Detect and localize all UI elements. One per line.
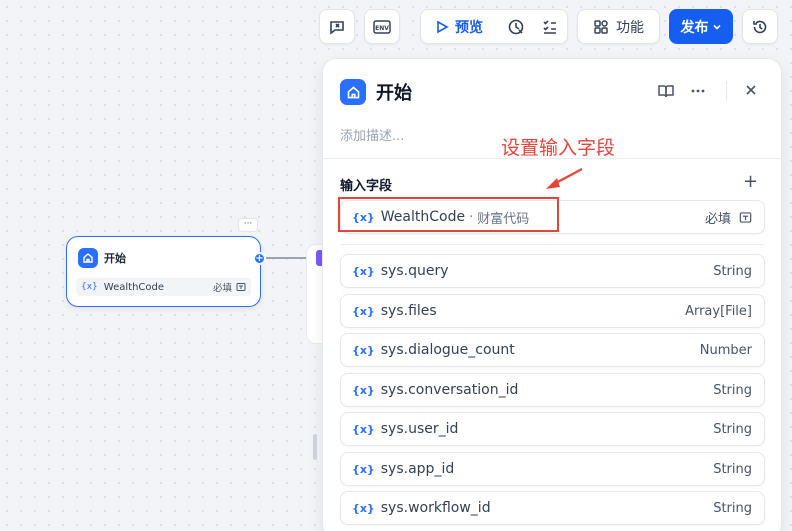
help-book-icon[interactable] [657,82,675,100]
variable-inspect-button[interactable] [319,9,355,44]
system-var-name: sys.workflow_id [380,500,491,516]
preview-button[interactable]: 预览 [421,17,499,37]
node-variable-name: WealthCode [103,281,165,293]
system-var-type: Array[File] [685,303,752,319]
system-var-type: String [713,421,752,437]
required-badge: 必填 [704,211,731,227]
env-icon: ENV [373,19,391,34]
env-button[interactable]: ENV [364,9,400,44]
input-fields-label: 输入字段 [340,179,393,194]
header-divider [726,81,727,101]
system-var-name: sys.dialogue_count [380,342,515,358]
add-next-node-handle[interactable]: + [253,252,266,265]
chevron-down-icon [712,24,721,30]
system-var-row: {x} sys.user_id String [340,412,765,446]
annotation-arrow-icon [546,168,583,189]
preview-group: 预览 [420,9,568,44]
variable-inspect-icon [330,20,344,35]
variable-icon: {x} [352,264,375,278]
version-history-button[interactable] [742,9,778,44]
system-var-row: {x} sys.query String [340,254,765,288]
system-var-name: sys.app_id [380,461,455,477]
preview-label: 预览 [455,19,483,36]
close-icon[interactable] [743,82,759,98]
text-input-icon [236,283,246,291]
system-vars-divider [340,244,765,245]
features-label: 功能 [616,19,644,36]
system-var-type: String [713,263,752,279]
node-variable-required: 必填 [212,283,232,294]
system-var-type: String [713,382,752,398]
features-icon [594,19,608,34]
panel-home-icon [340,79,366,105]
system-var-type: String [713,500,752,516]
variable-icon: {x} [352,501,375,515]
system-var-name: sys.user_id [380,421,459,437]
system-var-row: {x} sys.dialogue_count Number [340,333,765,367]
node-variable-item: {x} WealthCode 必填 [76,278,251,296]
system-var-row: {x} sys.workflow_id String [340,491,765,525]
node-edge [266,257,310,259]
system-var-row: {x} sys.conversation_id String [340,373,765,407]
features-button[interactable]: 功能 [577,9,660,44]
history-icon [753,20,767,33]
panel-title[interactable]: 开始 [376,79,412,105]
checklist-button[interactable] [533,18,567,36]
variable-icon: {x} [352,462,375,476]
variable-icon: {x} [352,343,375,357]
system-var-name: sys.conversation_id [380,382,519,398]
publish-label: 发布 [680,19,709,36]
start-node[interactable]: 开始 {x} WealthCode 必填 [66,236,261,307]
system-var-name: sys.files [380,303,437,319]
node-more-button[interactable]: ··· [238,218,258,232]
variable-icon: {x} [81,282,98,292]
env-text: ENV [375,25,389,32]
publish-button[interactable]: 发布 [669,9,733,44]
text-input-icon [739,211,752,223]
annotation-highlight-box [338,197,559,232]
variable-icon: {x} [352,304,375,318]
system-var-row: {x} sys.files Array[File] [340,294,765,328]
description-input[interactable]: 添加描述... [340,125,404,144]
system-var-row: {x} sys.app_id String [340,452,765,486]
system-var-name: sys.query [380,263,449,279]
run-history-button[interactable] [499,18,533,36]
node-title: 开始 [104,252,126,265]
play-icon [437,20,449,33]
more-icon[interactable] [689,82,707,100]
variable-icon: {x} [352,383,375,397]
annotation-text: 设置输入字段 [501,137,616,159]
system-var-type: Number [699,342,752,358]
checklist-icon [543,19,556,34]
variable-icon: {x} [352,422,375,436]
system-var-type: String [713,461,752,477]
home-icon [78,248,98,268]
history-run-icon [508,19,524,34]
start-node-panel: 开始 添加描述... 输入字段 + {x} WealthCode · 财富代码 … [322,58,782,531]
canvas-scrollbar[interactable] [313,434,317,460]
add-field-icon[interactable]: + [743,173,758,191]
